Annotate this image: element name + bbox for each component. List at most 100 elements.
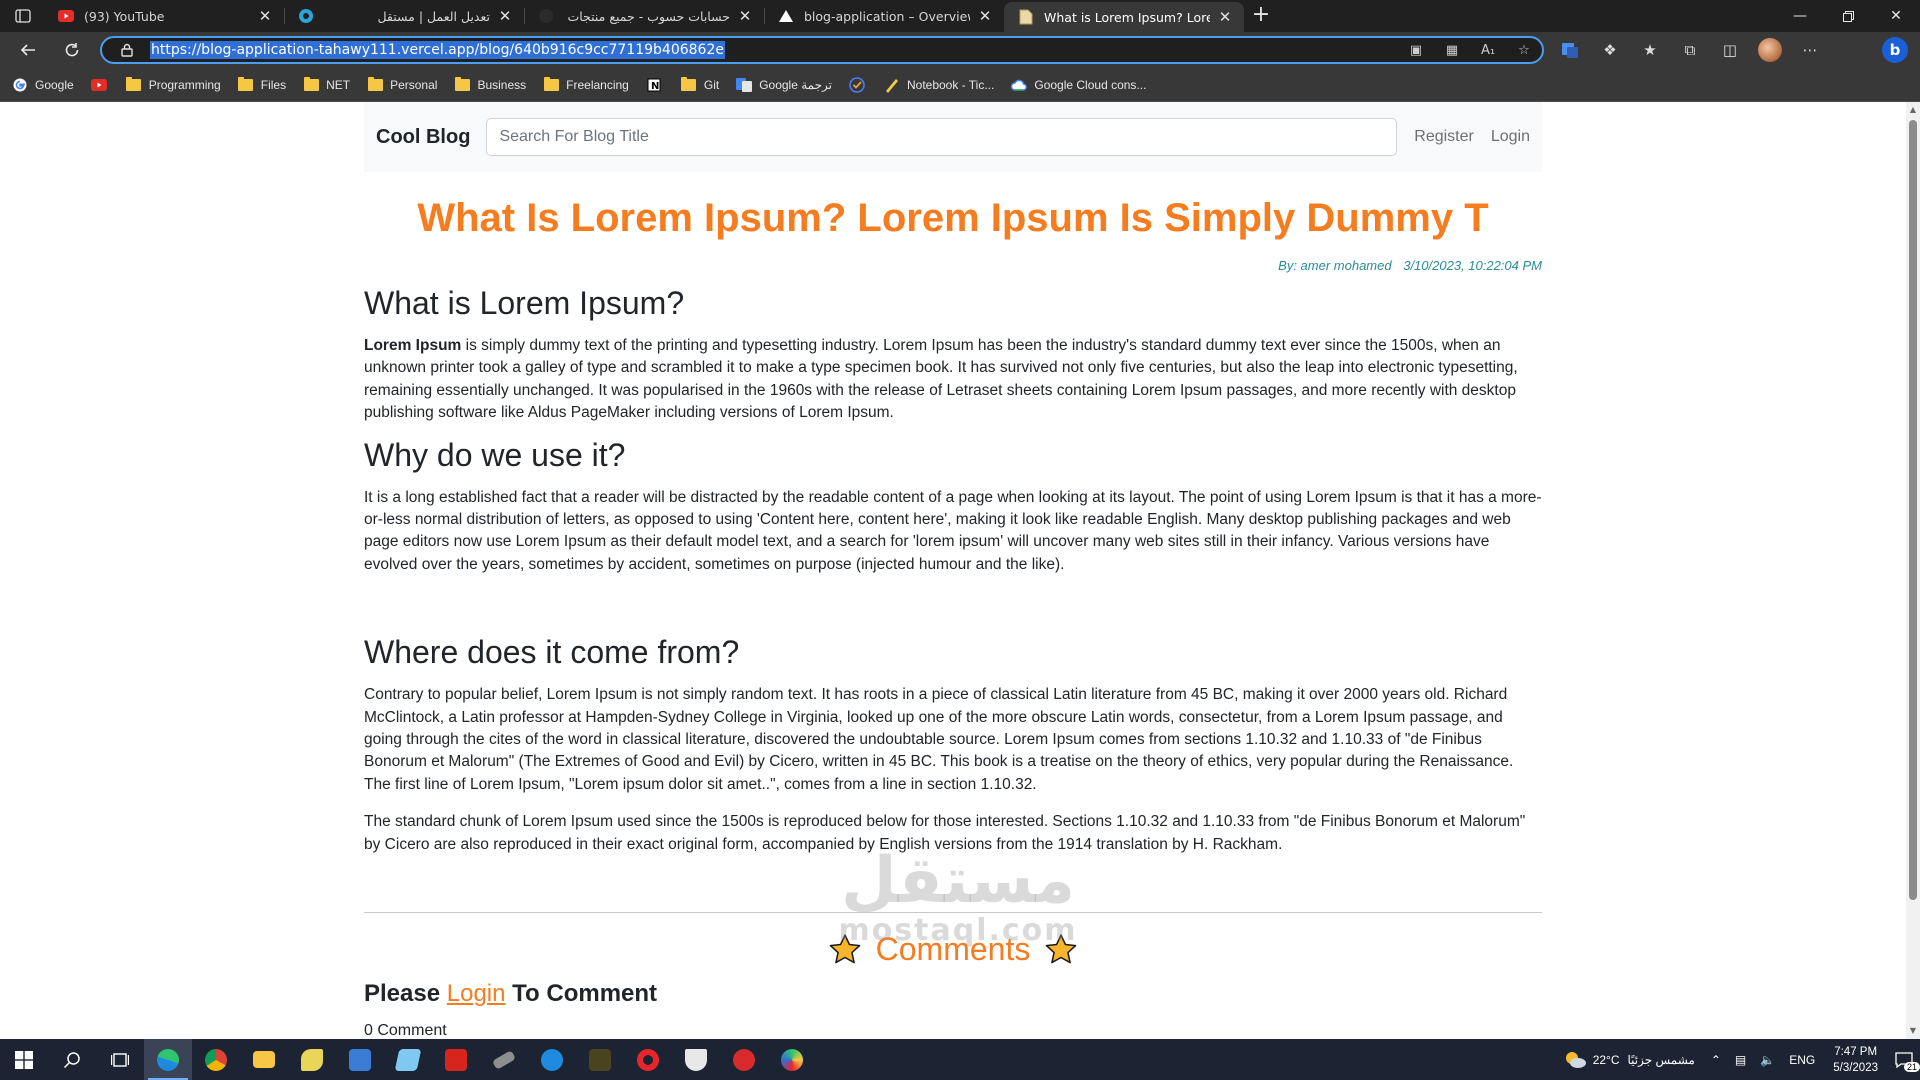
url-text[interactable]: https://blog-application-tahawy111.verce… xyxy=(150,41,725,59)
acrobat-icon xyxy=(445,1048,467,1071)
taskbar-chrome[interactable] xyxy=(192,1039,240,1080)
browser-tab[interactable]: What is Lorem Ipsum? Lorem Ips ✕ xyxy=(1004,2,1244,32)
taskbar-opera[interactable] xyxy=(624,1039,672,1080)
qr-code-icon[interactable]: ▦ xyxy=(1442,40,1462,60)
taskbar-app-text[interactable] xyxy=(576,1039,624,1080)
taskbar-acrobat[interactable] xyxy=(432,1039,480,1080)
app-available-icon[interactable]: ▣ xyxy=(1406,40,1426,60)
refresh-icon xyxy=(65,43,79,57)
site-brand[interactable]: Cool Blog xyxy=(376,126,470,149)
comments-heading: Comments xyxy=(364,931,1542,968)
add-favorite-icon[interactable]: ☆ xyxy=(1514,40,1534,60)
bookmark-item[interactable] xyxy=(90,77,114,93)
bookmark-label: Personal xyxy=(390,77,438,92)
bookmark-item[interactable]: Freelancing xyxy=(543,76,629,93)
more-menu-icon[interactable]: ⋯ xyxy=(1796,36,1824,64)
taskbar-skype[interactable] xyxy=(528,1039,576,1080)
tabs: (93) YouTube ✕ تعديل العمل | مستقل ✕ حسابات … xyxy=(44,0,1244,32)
search-button[interactable] xyxy=(48,1039,96,1080)
bookmark-item[interactable]: Google ترجمة xyxy=(736,77,832,93)
translate-icon[interactable] xyxy=(1556,36,1584,64)
refresh-button[interactable] xyxy=(58,36,86,64)
lock-icon[interactable] xyxy=(120,43,134,57)
tab-close-icon[interactable]: ✕ xyxy=(1216,8,1234,26)
new-tab-button[interactable]: + xyxy=(1248,4,1274,28)
profile-avatar[interactable] xyxy=(1756,36,1784,64)
back-button[interactable] xyxy=(14,36,42,64)
chrome-icon xyxy=(205,1048,227,1071)
tab-title: blog-application – Overview - Ve xyxy=(804,8,970,24)
taskbar-app-bird[interactable] xyxy=(288,1039,336,1080)
taskbar-app-c[interactable] xyxy=(720,1039,768,1080)
folder-icon xyxy=(543,76,559,93)
bookmark-item[interactable] xyxy=(849,76,872,93)
volume-icon[interactable]: 🔈 xyxy=(1760,1053,1775,1067)
scroll-thumb[interactable] xyxy=(1909,120,1917,900)
post-title: What Is Lorem Ipsum? Lorem Ipsum Is Simp… xyxy=(417,196,1489,240)
bookmark-item[interactable]: Notebook - Tic... xyxy=(884,77,994,93)
login-link[interactable]: Login xyxy=(1491,128,1530,146)
task-view-button[interactable] xyxy=(96,1039,144,1080)
register-link[interactable]: Register xyxy=(1414,128,1474,146)
tab-actions-button[interactable] xyxy=(8,5,38,27)
browser-tab[interactable]: تعديل العمل | مستقل ✕ xyxy=(284,0,524,32)
taskbar-file-explorer[interactable] xyxy=(240,1039,288,1080)
browser-tab[interactable]: blog-application – Overview - Ve ✕ xyxy=(764,0,1004,32)
weather-widget[interactable]: 22°C مشمس جزئيًا xyxy=(1563,1050,1695,1070)
bookmark-item[interactable]: Files xyxy=(238,76,286,93)
bookmark-item[interactable]: Git xyxy=(681,76,720,93)
section-heading: Where does it come from? xyxy=(364,634,740,671)
bookmark-label: Business xyxy=(477,77,527,92)
scroll-down-arrow[interactable]: ▼ xyxy=(1909,1027,1917,1035)
google-cloud-icon xyxy=(1011,77,1028,93)
clock[interactable]: 7:47 PM 5/3/2023 xyxy=(1833,1044,1878,1076)
taskbar-app-paint[interactable] xyxy=(768,1039,816,1080)
blog-search-input[interactable] xyxy=(486,118,1398,156)
paragraph-text: is simply dummy text of the printing and… xyxy=(364,337,1518,422)
bookmark-item[interactable]: N xyxy=(646,77,669,93)
svg-text:N: N xyxy=(651,81,659,92)
page-icon xyxy=(1018,9,1034,25)
collections-icon[interactable]: ⧉ xyxy=(1676,36,1704,64)
close-window-button[interactable]: ✕ xyxy=(1872,0,1920,32)
tab-close-icon[interactable]: ✕ xyxy=(496,7,514,25)
show-hidden-icons-chevron-icon[interactable]: ⌃ xyxy=(1711,1053,1721,1067)
taskbar-app-tool[interactable] xyxy=(480,1039,528,1080)
folder-icon xyxy=(367,76,383,93)
bookmark-item[interactable]: Personal xyxy=(367,76,438,93)
network-icon[interactable]: ▤ xyxy=(1735,1053,1746,1067)
screenshot-icon[interactable]: ◫ xyxy=(1716,36,1744,64)
minimize-button[interactable]: — xyxy=(1776,0,1824,32)
bookmark-label: Programming xyxy=(148,77,221,92)
youtube-icon xyxy=(90,77,107,93)
folder-icon xyxy=(253,1051,275,1068)
language-indicator[interactable]: ENG xyxy=(1789,1053,1815,1067)
page-scrollbar[interactable]: ▲ ▼ xyxy=(1906,102,1920,1039)
start-button[interactable] xyxy=(0,1039,48,1080)
taskbar-calculator[interactable] xyxy=(336,1039,384,1080)
window-controls: — ✕ xyxy=(1776,0,1920,32)
bookmark-label: Git xyxy=(703,77,720,92)
tab-close-icon[interactable]: ✕ xyxy=(256,7,274,25)
bookmark-item[interactable]: Google xyxy=(12,77,74,93)
taskbar-notepad[interactable] xyxy=(384,1039,432,1080)
scroll-up-arrow[interactable]: ▲ xyxy=(1909,106,1917,114)
taskbar-edge[interactable] xyxy=(144,1039,192,1080)
favorites-icon[interactable]: ★ xyxy=(1636,36,1664,64)
browser-tab[interactable]: (93) YouTube ✕ xyxy=(44,0,284,32)
bookmark-item[interactable]: NET xyxy=(303,76,350,93)
bing-chat-button[interactable]: b xyxy=(1882,37,1908,63)
extensions-icon[interactable]: ❖ xyxy=(1596,36,1624,64)
notification-center-button[interactable]: 21 xyxy=(1888,1046,1920,1074)
taskbar-security[interactable] xyxy=(672,1039,720,1080)
browser-tab[interactable]: حسابات حسوب - جميع منتجات حسـ ✕ xyxy=(524,0,764,32)
tab-close-icon[interactable]: ✕ xyxy=(976,7,994,25)
bookmark-item[interactable]: Google Cloud cons... xyxy=(1011,77,1146,93)
address-bar[interactable]: https://blog-application-tahawy111.verce… xyxy=(100,36,1544,64)
read-aloud-icon[interactable]: A₁ xyxy=(1478,40,1498,60)
restore-button[interactable] xyxy=(1824,0,1872,32)
comment-login-link[interactable]: Login xyxy=(447,980,506,1007)
bookmark-item[interactable]: Business xyxy=(454,76,527,93)
tab-close-icon[interactable]: ✕ xyxy=(736,7,754,25)
bookmark-item[interactable]: Programming xyxy=(126,76,221,93)
